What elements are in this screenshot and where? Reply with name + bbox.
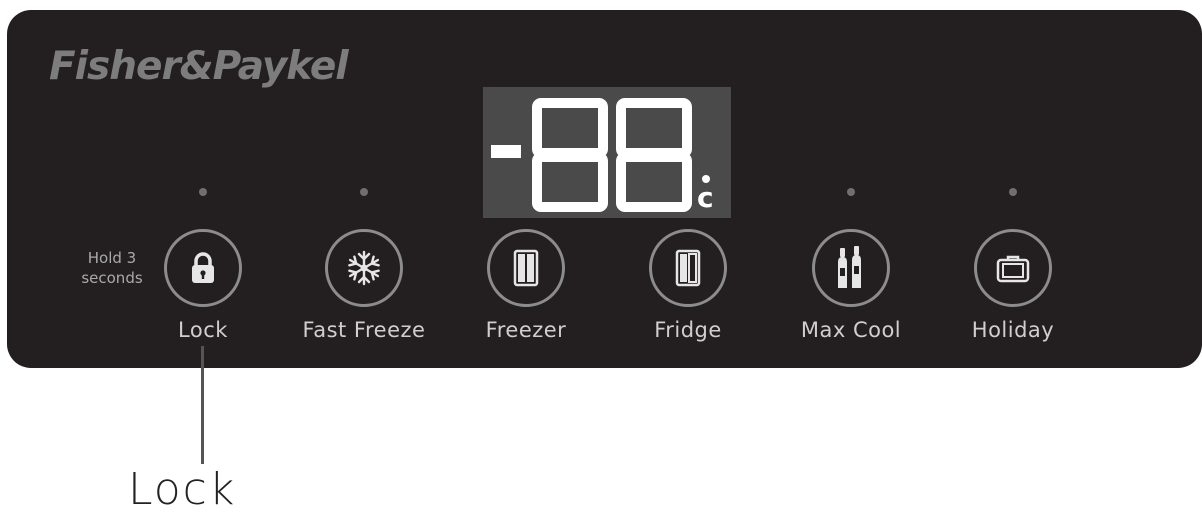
hold-instruction-line-2: seconds [81, 269, 143, 287]
callout-label: Lock [128, 464, 237, 515]
max-cool-button[interactable] [812, 229, 890, 307]
freezer-door-icon [513, 249, 539, 287]
lock-label: Lock [178, 318, 228, 342]
temperature-display: c [483, 87, 731, 218]
fast-freeze-indicator-led [360, 188, 368, 196]
freezer-label: Freezer [485, 318, 567, 342]
fast-freeze-label: Fast Freeze [302, 318, 426, 342]
hold-instruction-line-1: Hold 3 [87, 249, 137, 267]
holiday-label: Holiday [971, 318, 1055, 342]
suitcase-icon [996, 255, 1030, 283]
fridge-door-icon [675, 249, 701, 287]
fridge-button[interactable] [649, 229, 727, 307]
lock-indicator-led [199, 188, 207, 196]
unit-letter: c [697, 181, 714, 214]
display-digit-1 [532, 98, 608, 212]
fridge-label: Fridge [654, 318, 722, 342]
bottles-icon [838, 246, 861, 288]
lock-icon [192, 252, 214, 283]
freezer-button[interactable] [487, 229, 565, 307]
callout-leader-line [201, 346, 204, 464]
display-minus-segment [491, 145, 521, 158]
hold-instruction: Hold 3 seconds [70, 248, 154, 288]
display-digit-2 [616, 98, 692, 212]
max-cool-label: Max Cool [800, 318, 902, 342]
fast-freeze-button[interactable] [325, 229, 403, 307]
holiday-indicator-led [1009, 188, 1017, 196]
snowflake-icon [348, 250, 380, 286]
max-cool-indicator-led [847, 188, 855, 196]
brand-logo: Fisher&Paykel [49, 44, 349, 89]
holiday-button[interactable] [974, 229, 1052, 307]
lock-button[interactable] [164, 229, 242, 307]
